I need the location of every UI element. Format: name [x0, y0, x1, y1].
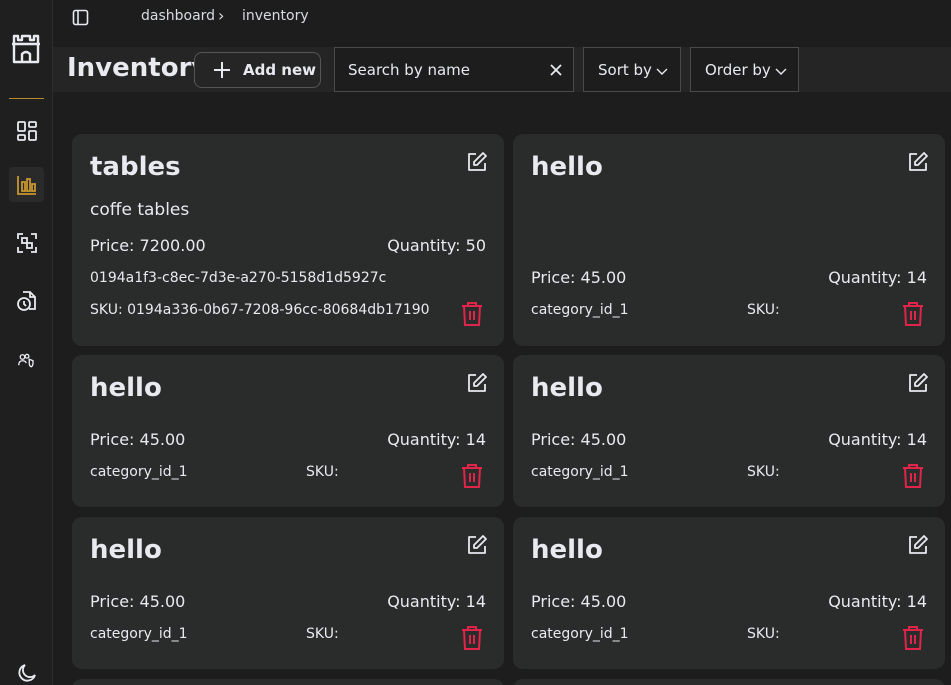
- page-title: Inventory: [67, 53, 209, 83]
- edit-icon[interactable]: [466, 372, 488, 394]
- bar-chart-icon: [16, 175, 36, 195]
- sidebar: [0, 0, 53, 685]
- card-title: hello: [90, 535, 162, 565]
- breadcrumb-inventory: inventory: [242, 8, 309, 24]
- edit-icon[interactable]: [466, 534, 488, 556]
- card-price: Price: 45.00: [531, 592, 627, 611]
- breadcrumb-dashboard[interactable]: dashboard: [141, 8, 215, 24]
- inventory-card-partial: [72, 679, 504, 685]
- card-sku: SKU:: [747, 464, 780, 480]
- card-price: Price: 45.00: [531, 430, 627, 449]
- sidebar-item-history[interactable]: [9, 283, 44, 318]
- card-title: hello: [531, 152, 603, 182]
- inventory-card: hello Price: 45.00 Quantity: 14 category…: [513, 355, 945, 507]
- card-title: hello: [531, 535, 603, 565]
- card-sku: SKU: 0194a336-0b67-7208-96cc-80684db1719…: [90, 302, 430, 318]
- card-description: coffe tables: [90, 200, 190, 220]
- card-quantity: Quantity: 14: [387, 430, 486, 449]
- breadcrumb-separator: ›: [218, 6, 225, 25]
- sidebar-item-dashboard[interactable]: [9, 113, 44, 148]
- clock-document-icon: [16, 290, 36, 311]
- edit-icon[interactable]: [907, 534, 929, 556]
- sort-by-label: Sort by: [598, 60, 652, 79]
- card-quantity: Quantity: 50: [387, 236, 486, 255]
- card-quantity: Quantity: 14: [828, 268, 927, 287]
- card-category: category_id_1: [90, 626, 188, 642]
- users-shield-icon: [17, 353, 34, 367]
- trash-icon[interactable]: [460, 463, 484, 489]
- card-category: category_id_1: [531, 464, 629, 480]
- card-category: category_id_1: [531, 302, 629, 318]
- dashboard-grid-icon: [16, 120, 37, 141]
- add-new-label: Add new: [243, 61, 317, 79]
- chevron-down-icon: [656, 68, 668, 75]
- trash-icon[interactable]: [460, 301, 484, 327]
- edit-icon[interactable]: [907, 372, 929, 394]
- sidebar-toggle-icon[interactable]: [72, 9, 89, 26]
- plus-icon: [214, 62, 230, 78]
- sidebar-item-users[interactable]: [9, 342, 44, 377]
- card-title: hello: [90, 373, 162, 403]
- card-category: 0194a1f3-c8ec-7d3e-a270-5158d1d5927c: [90, 270, 387, 286]
- order-by-label: Order by: [705, 60, 771, 79]
- trash-icon[interactable]: [901, 625, 925, 651]
- inventory-card: hello Price: 45.00 Quantity: 14 category…: [72, 355, 504, 507]
- theme-toggle[interactable]: [9, 655, 44, 685]
- inventory-card-partial: [513, 679, 945, 685]
- store-logo-icon[interactable]: [9, 30, 43, 66]
- card-title: tables: [90, 152, 181, 182]
- chevron-down-icon: [775, 68, 787, 75]
- add-new-button[interactable]: Add new: [194, 52, 321, 88]
- card-quantity: Quantity: 14: [387, 592, 486, 611]
- trash-icon[interactable]: [901, 463, 925, 489]
- card-title: hello: [531, 373, 603, 403]
- card-sku: SKU:: [306, 626, 339, 642]
- clear-search-icon[interactable]: [549, 63, 563, 77]
- sidebar-divider: [9, 98, 44, 99]
- toolbar: Inventory Add new Sort by Order by: [53, 47, 951, 92]
- trash-icon[interactable]: [460, 625, 484, 651]
- inventory-card: hello Price: 45.00 Quantity: 14 category…: [513, 517, 945, 669]
- edit-icon[interactable]: [466, 151, 488, 173]
- card-quantity: Quantity: 14: [828, 592, 927, 611]
- inventory-card: tables coffe tables Price: 7200.00 Quant…: [72, 134, 504, 346]
- order-by-dropdown[interactable]: Order by: [690, 47, 799, 92]
- sort-by-dropdown[interactable]: Sort by: [583, 47, 681, 92]
- card-sku: SKU:: [747, 302, 780, 318]
- card-category: category_id_1: [531, 626, 629, 642]
- card-category: category_id_1: [90, 464, 188, 480]
- card-price: Price: 45.00: [90, 592, 186, 611]
- card-sku: SKU:: [306, 464, 339, 480]
- card-price: Price: 7200.00: [90, 236, 206, 255]
- inventory-card: hello Price: 45.00 Quantity: 14 category…: [513, 134, 945, 346]
- top-bar: dashboard › inventory: [53, 0, 951, 34]
- moon-icon: [17, 663, 36, 682]
- sidebar-item-scan[interactable]: [9, 225, 44, 260]
- card-price: Price: 45.00: [90, 430, 186, 449]
- inventory-card: hello Price: 45.00 Quantity: 14 category…: [72, 517, 504, 669]
- edit-icon[interactable]: [907, 151, 929, 173]
- card-price: Price: 45.00: [531, 268, 627, 287]
- trash-icon[interactable]: [901, 301, 925, 327]
- sidebar-item-inventory[interactable]: [9, 167, 44, 202]
- card-sku: SKU:: [747, 626, 780, 642]
- card-quantity: Quantity: 14: [828, 430, 927, 449]
- search-input[interactable]: [335, 48, 535, 91]
- scan-icon: [16, 232, 37, 253]
- search-box: [334, 47, 574, 92]
